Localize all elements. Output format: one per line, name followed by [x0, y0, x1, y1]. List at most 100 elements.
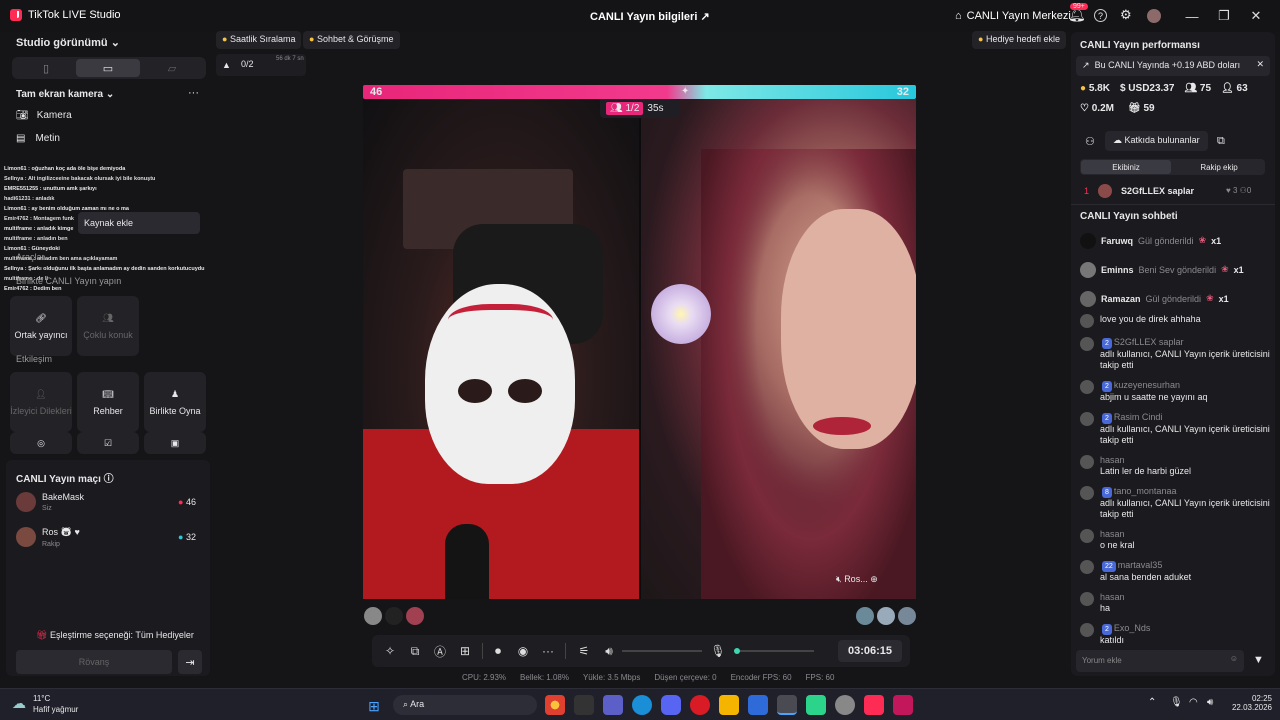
overlay-icon[interactable]: ⊞ [455, 641, 475, 661]
mic-slider[interactable] [734, 648, 814, 654]
avatar[interactable] [877, 607, 895, 625]
windows-start-icon[interactable]: ⊞ [365, 697, 383, 715]
more-icon[interactable]: ··· [538, 641, 558, 661]
chat-message[interactable]: 8 tano_montanaa adlı kullanıcı, CANLI Yayı… [1080, 486, 1270, 520]
rival-label[interactable]: 🔇︎ Ros... ⊕ [836, 574, 878, 585]
chat-message[interactable]: hasan o ne kral [1080, 529, 1270, 551]
capture-icon[interactable]: ◉ [513, 641, 533, 661]
effects-icon[interactable]: ✧ [380, 641, 400, 661]
share-icon[interactable]: ↗ [700, 11, 709, 23]
checklist-button[interactable]: ☑ [77, 432, 139, 454]
source-text[interactable]: ▤ Metin [16, 133, 60, 144]
chat-message[interactable]: hasan Latin ler de harbi güzel [1080, 455, 1270, 477]
studio-view-select[interactable]: Studio görünümü ⌄ [16, 36, 120, 49]
folder-icon[interactable] [719, 695, 739, 715]
multi-guest-button[interactable]: 👥︎ Çoklu konuk [77, 296, 139, 356]
tab-rival[interactable]: Rakip ekip [1174, 160, 1264, 174]
chat-call-chip[interactable]: ● Sohbet & Görüşme [303, 31, 400, 49]
maximize-button[interactable]: ❐ [1209, 6, 1239, 26]
close-button[interactable]: ✕ [1241, 6, 1271, 26]
vertical-split-icon[interactable]: ▱ [142, 59, 202, 77]
avatar[interactable] [406, 607, 424, 625]
close-icon[interactable]: ✕ [1256, 59, 1264, 70]
tab-team[interactable]: Ekibiniz [1081, 160, 1171, 174]
exit-icon[interactable]: ⇥ [178, 650, 202, 674]
camera-icon: 📷︎ [16, 110, 29, 121]
app-icon[interactable] [893, 695, 913, 715]
wish-icon: 👤︎ [35, 388, 47, 399]
rematch-button[interactable]: Rövanş [16, 650, 172, 674]
avatar[interactable] [898, 607, 916, 625]
avatar[interactable] [364, 607, 382, 625]
chrome-icon[interactable] [545, 695, 565, 715]
filter-icon[interactable]: ▼ [1253, 654, 1264, 666]
settings-sliders-icon[interactable]: ⚟ [574, 641, 594, 661]
viewer-wishes-button[interactable]: 👤︎ İzleyici Dilekleri [10, 372, 72, 432]
poll-button[interactable]: ◎ [10, 432, 72, 454]
discord-icon[interactable] [661, 695, 681, 715]
microphone-icon[interactable]: 🎙︎ [708, 641, 728, 661]
play-together-button[interactable]: ♟ Birlikte Oyna [144, 372, 206, 432]
avatar[interactable] [856, 607, 874, 625]
edge-icon[interactable] [632, 695, 652, 715]
goal-counter[interactable]: ▲ 0/2 56 dk 7 sn [216, 54, 306, 76]
gift-icon: 🎁︎ [36, 630, 48, 640]
player1-sub: Siz [42, 505, 52, 512]
screen-share-icon[interactable]: ⧉ [405, 641, 425, 661]
cohost-button[interactable]: 🔗︎ Ortak yayıncı [10, 296, 72, 356]
avatar [1080, 232, 1096, 249]
help-icon[interactable]: ? [1094, 9, 1107, 22]
microphone-icon[interactable]: 🎙︎ [1170, 697, 1183, 708]
camera-mode-select[interactable]: Tam ekran kamera ⌄ [16, 89, 114, 100]
app-icon[interactable] [806, 695, 826, 715]
app-icon[interactable] [835, 695, 855, 715]
box-button[interactable]: ▣ [144, 432, 206, 454]
speaker-icon[interactable]: 🔊︎ [1207, 697, 1213, 708]
gift-goal-button[interactable]: ● Hediye hedefi ekle [972, 31, 1067, 49]
avatar[interactable] [385, 607, 403, 625]
contributors-button[interactable]: ☁ Katkıda bulunanlar [1105, 131, 1208, 151]
source-camera[interactable]: 📷︎ Kamera [16, 110, 72, 121]
avatar[interactable] [1147, 9, 1161, 23]
chrome-active-icon[interactable] [777, 695, 797, 715]
gear-icon[interactable]: ⚙ [1120, 7, 1132, 23]
chat-message[interactable]: 22 martaval35 al sana benden aduket [1080, 560, 1270, 583]
comment-input[interactable]: Yorum ekle ☺ [1076, 650, 1244, 672]
hourly-ranking-chip[interactable]: ● Saatlik Sıralama [216, 31, 302, 49]
portrait-icon[interactable]: ▯ [16, 59, 76, 77]
app-icon[interactable] [574, 695, 594, 715]
add-source-button[interactable]: Kaynak ekle [78, 212, 200, 234]
chat-message[interactable]: 2 kuzeyenesurhan abjim u saatte ne yayını … [1080, 380, 1270, 403]
chevron-up-icon[interactable]: ⌃ [1148, 697, 1156, 708]
guide-button[interactable]: 📖︎ Rehber [77, 372, 139, 432]
chat-message[interactable]: hasan ha [1080, 592, 1270, 614]
wifi-icon[interactable]: ◠ [1189, 697, 1198, 708]
landscape-icon[interactable]: ▭ [76, 59, 140, 77]
record-icon[interactable]: ⏺ [488, 641, 508, 661]
counter-time: 56 dk 7 sn [276, 56, 304, 62]
more-icon[interactable]: ··· [188, 87, 199, 99]
player2-score: ● 32 [178, 532, 196, 542]
minimize-button[interactable]: — [1177, 6, 1207, 26]
tiktok-icon[interactable] [864, 695, 884, 715]
volume-slider[interactable] [622, 650, 702, 652]
chat-title: CANLI Yayın sohbeti [1080, 211, 1178, 222]
gift-icon: 🎁︎ [1127, 103, 1141, 114]
speaker-icon[interactable]: 🔊︎ [599, 641, 619, 661]
opera-icon[interactable] [690, 695, 710, 715]
weather-icon[interactable]: ☁ [12, 695, 26, 712]
chat-message[interactable]: love you de direk ahhaha [1080, 314, 1270, 328]
chat-message[interactable]: 2 Exo_Nds katıldı [1080, 623, 1270, 644]
copy-icon[interactable]: ⧉ [1217, 135, 1225, 148]
teams-icon[interactable] [603, 695, 623, 715]
clock[interactable]: 02:25 22.03.2026 [1228, 694, 1272, 712]
mail-icon[interactable] [748, 695, 768, 715]
chat-message[interactable]: 2 Rasim Cindi adlı kullanıcı, CANLI Yayın … [1080, 412, 1270, 446]
live-info-title[interactable]: CANLI Yayın bilgileri ↗ [590, 10, 710, 23]
ai-icon[interactable]: Ⓐ [430, 641, 450, 661]
live-center-button[interactable]: ⌂ CANLI Yayın Merkezi [955, 10, 1071, 22]
user-settings-icon[interactable]: ⚇ [1085, 135, 1095, 148]
chat-message[interactable]: 2 S2GfLLEX saplar adlı kullanıcı, CANLI Ya… [1080, 337, 1270, 371]
match-preference[interactable]: 🎁︎ Eşleştirme seçeneği: Tüm Hediyeler [36, 630, 194, 641]
search-input[interactable]: ⌕ Ara [393, 695, 537, 715]
